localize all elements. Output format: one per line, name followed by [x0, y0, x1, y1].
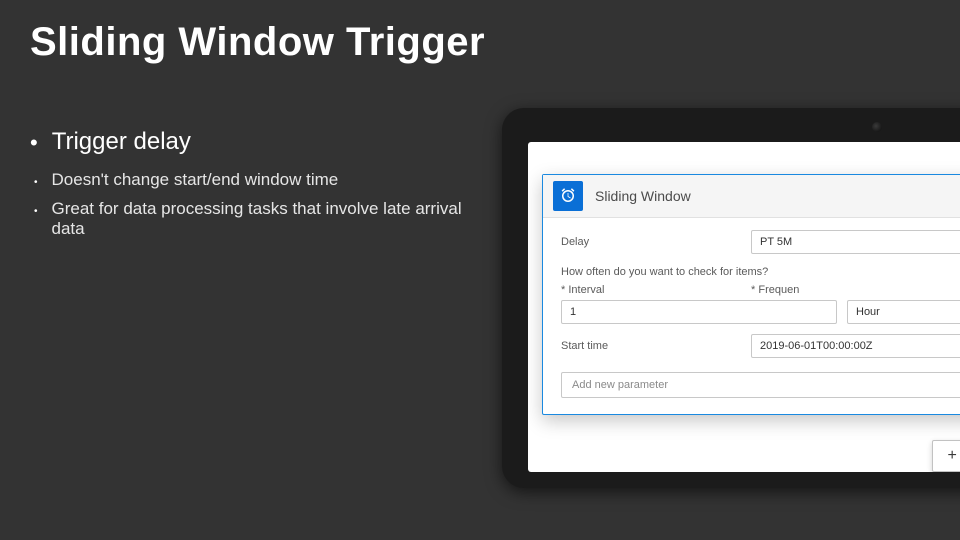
starttime-row: Start time [561, 334, 960, 358]
frequency-question: How often do you want to check for items… [561, 266, 960, 278]
delay-label: Delay [561, 236, 751, 248]
card-header[interactable]: Sliding Window [543, 175, 960, 218]
add-parameter-dropdown[interactable]: Add new parameter [561, 372, 960, 398]
sliding-window-card: Sliding Window Delay How often do you wa… [542, 174, 960, 415]
bullet-sub1-text: Doesn't change start/end window time [52, 170, 339, 190]
new-step-button[interactable]: + New step [932, 440, 960, 472]
bullet-dot: • [34, 204, 38, 220]
frequency-label: Frequen [751, 284, 807, 296]
interval-row: Interval Frequen [561, 284, 960, 296]
slide-title: Sliding Window Trigger [30, 20, 485, 65]
bullet-dot: • [30, 132, 38, 154]
bullet-sub2-text: Great for data processing tasks that inv… [52, 199, 490, 239]
bullet1-text: Trigger delay [52, 128, 191, 156]
delay-input[interactable] [751, 230, 960, 254]
camera-icon [872, 122, 882, 132]
plus-icon: + [947, 447, 956, 465]
interval-values-row [561, 300, 960, 324]
interval-label: Interval [561, 284, 751, 296]
bullet-dot: • [34, 175, 38, 191]
delay-row: Delay [561, 230, 960, 254]
alarm-clock-icon [553, 181, 583, 211]
bullet-level2: • Great for data processing tasks that i… [34, 199, 490, 239]
interval-input[interactable] [561, 300, 837, 324]
laptop-bezel: Sliding Window Delay How often do you wa… [502, 108, 960, 488]
bullet-level1: • Trigger delay [30, 128, 490, 156]
add-parameter-placeholder: Add new parameter [572, 379, 668, 391]
card-title: Sliding Window [595, 188, 691, 204]
bullet-list: • Trigger delay • Doesn't change start/e… [30, 128, 490, 247]
starttime-label: Start time [561, 340, 751, 352]
laptop-screen: Sliding Window Delay How often do you wa… [528, 142, 960, 472]
bullet-level2: • Doesn't change start/end window time [34, 170, 490, 191]
frequency-input[interactable] [847, 300, 960, 324]
card-body: Delay How often do you want to check for… [543, 218, 960, 414]
starttime-input[interactable] [751, 334, 960, 358]
